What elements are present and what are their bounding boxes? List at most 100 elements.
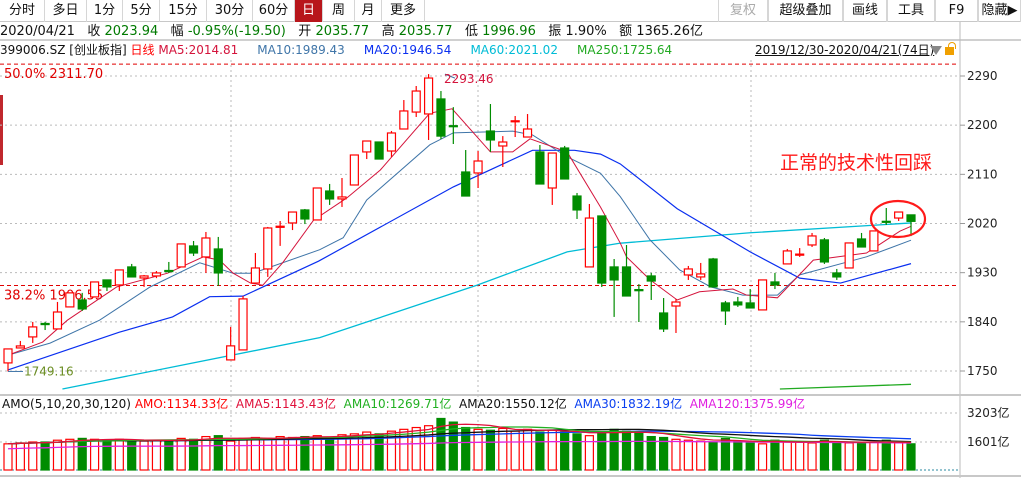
volume-bar-up bbox=[201, 435, 211, 471]
candle-up bbox=[757, 279, 768, 311]
volume-bar-up bbox=[114, 438, 124, 471]
volume-bar-down bbox=[560, 431, 570, 471]
candle-down bbox=[646, 275, 656, 282]
candle-up bbox=[584, 217, 594, 268]
amo-title: AMO(5,10,20,30,120) bbox=[2, 397, 131, 411]
candle-down bbox=[597, 215, 607, 284]
volume-bar-down bbox=[485, 429, 496, 471]
volume-bar-up bbox=[498, 427, 508, 471]
amo-value: AMO:1134.33亿 bbox=[134, 397, 229, 411]
ama20-value: AMA20:1550.12亿 bbox=[459, 397, 567, 411]
volume-bar-down bbox=[621, 430, 632, 471]
volume-bar-down bbox=[708, 441, 718, 471]
volume-bar-down bbox=[535, 431, 545, 471]
volume-bar-down bbox=[374, 433, 384, 471]
volume-bar-up bbox=[3, 443, 13, 471]
volume-bar-down bbox=[461, 426, 471, 471]
chart-annotation: 正常的技术性回踩 bbox=[780, 152, 933, 174]
candle-up bbox=[498, 141, 508, 147]
candle-up bbox=[696, 273, 706, 278]
low-price-label: 1749.16 bbox=[24, 364, 74, 378]
candle-up bbox=[683, 268, 693, 276]
candle-up bbox=[65, 292, 75, 308]
volume-bar-up bbox=[139, 440, 149, 471]
volume-bar-down bbox=[325, 436, 335, 471]
volume-bar-up bbox=[757, 443, 768, 471]
volume-bar-down bbox=[720, 437, 731, 471]
volume-bar-up bbox=[263, 437, 273, 471]
candle-up bbox=[15, 345, 25, 349]
ma20-line bbox=[7, 149, 912, 371]
candle-up bbox=[795, 253, 805, 256]
candle-down bbox=[77, 299, 87, 310]
candle-up bbox=[522, 128, 533, 138]
candle-up bbox=[139, 275, 149, 279]
candle-down bbox=[448, 125, 458, 128]
candle-down bbox=[708, 258, 718, 288]
ama30-value: AMA30:1832.19亿 bbox=[574, 397, 683, 411]
candle-down bbox=[188, 245, 199, 254]
volume-bar-up bbox=[52, 439, 63, 471]
volume-bar-down bbox=[770, 439, 780, 471]
candle-down bbox=[770, 281, 780, 286]
volume-bar-up bbox=[28, 441, 38, 471]
volume-bar-up bbox=[176, 437, 186, 471]
price-tick-label: 2020 bbox=[967, 217, 998, 231]
volume-bar-up bbox=[547, 429, 557, 471]
volume-bar-up bbox=[510, 430, 520, 471]
candle-down bbox=[621, 266, 632, 297]
candle-down bbox=[40, 322, 50, 326]
candle-down bbox=[572, 195, 582, 211]
volume-bar-down bbox=[188, 438, 199, 471]
volume-bar-down bbox=[164, 440, 174, 471]
amo-legend: AMO(5,10,20,30,120) AMO:1134.33亿 AMA5:11… bbox=[2, 397, 805, 412]
candle-down bbox=[832, 272, 842, 278]
volume-bar-up bbox=[238, 437, 248, 471]
ma250-line bbox=[779, 383, 912, 390]
volume-bar-up bbox=[15, 442, 25, 471]
price-tick-label: 1840 bbox=[967, 315, 998, 329]
candle-down bbox=[164, 269, 174, 273]
ma5-line bbox=[7, 108, 912, 356]
volume-bar-down bbox=[127, 439, 137, 471]
candle-down bbox=[819, 239, 830, 263]
volume-bar-up bbox=[89, 438, 100, 471]
volume-bar-down bbox=[634, 432, 644, 471]
candle-up bbox=[349, 154, 359, 186]
fibonacci-label: 50.0% 2311.70 bbox=[4, 67, 103, 82]
candle-up bbox=[238, 298, 248, 351]
candle-down bbox=[881, 220, 891, 223]
candle-down bbox=[535, 151, 545, 185]
candle-up bbox=[312, 187, 322, 221]
candle-up bbox=[250, 267, 260, 284]
candle-up bbox=[869, 230, 879, 252]
volume-bar-up bbox=[696, 440, 706, 471]
ama120-value: AMA120:1375.99亿 bbox=[689, 397, 806, 411]
candle-down bbox=[560, 147, 570, 180]
volume-bar-up bbox=[250, 436, 260, 471]
candle-up bbox=[510, 120, 520, 123]
candle-up bbox=[782, 250, 792, 265]
candle-up bbox=[89, 281, 100, 298]
candle-down bbox=[102, 279, 112, 288]
fibonacci-label: 38.2% 1906.55 bbox=[4, 288, 103, 303]
candle-up bbox=[3, 348, 13, 364]
candle-down bbox=[720, 302, 731, 312]
volume-bar-down bbox=[102, 439, 112, 471]
volume-bar-down bbox=[609, 428, 619, 471]
candle-up bbox=[151, 272, 162, 277]
candle-down bbox=[461, 171, 471, 197]
volume-bar-up bbox=[671, 438, 681, 471]
candle-up bbox=[894, 211, 904, 219]
volume-bar-down bbox=[856, 442, 867, 471]
volume-bar-up bbox=[522, 428, 533, 471]
volume-bar-down bbox=[597, 431, 607, 471]
volume-bar-down bbox=[745, 442, 755, 471]
candle-down bbox=[127, 266, 137, 278]
candle-up bbox=[226, 345, 236, 361]
volume-bar-up bbox=[473, 428, 483, 471]
volume-bar-up bbox=[844, 442, 854, 471]
volume-bar-up bbox=[894, 442, 904, 471]
volume-bar-up bbox=[287, 436, 298, 471]
candle-down bbox=[745, 302, 755, 309]
